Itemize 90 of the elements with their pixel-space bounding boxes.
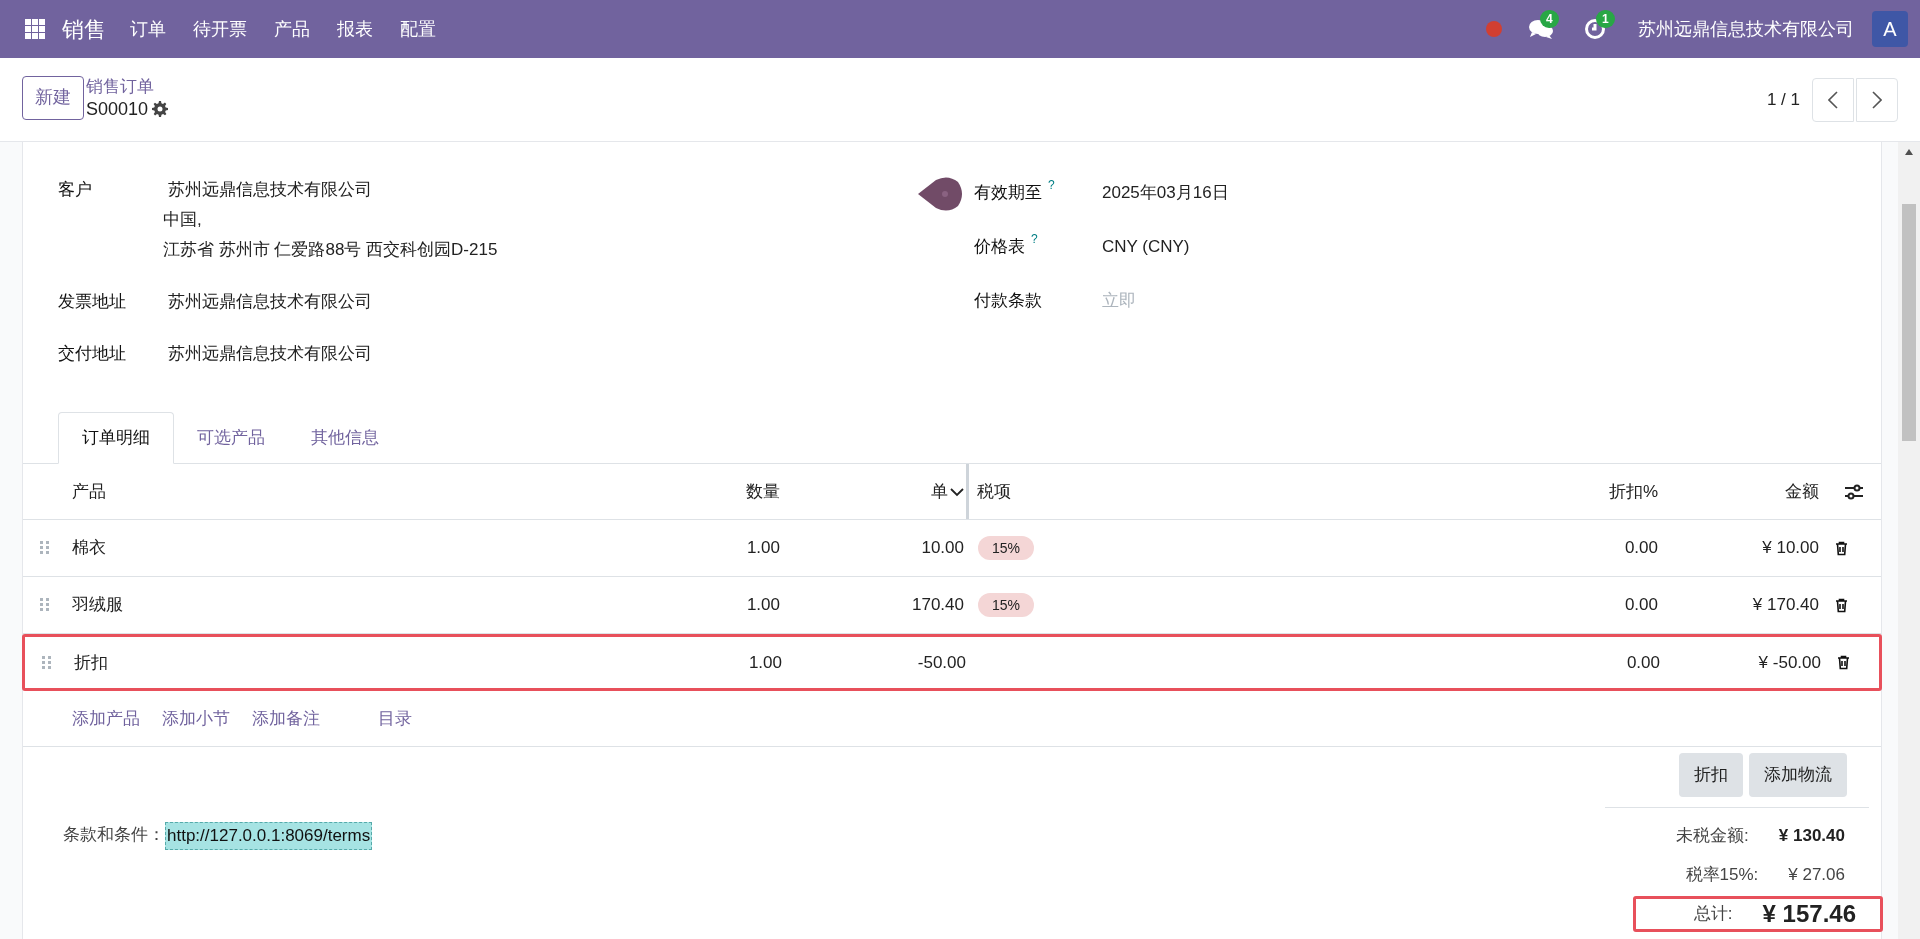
total-label: 总计: [1693, 903, 1733, 926]
chevron-down-icon [950, 486, 964, 497]
table-cell-text: ¥ -50.00 [1757, 651, 1822, 674]
field-label: 付款条款 [974, 290, 1042, 312]
table-cell-text: 羽绒服 [71, 594, 124, 617]
column-header[interactable]: 单 [786, 464, 969, 519]
table-cell-text: 1.00 [747, 651, 783, 674]
tax-tag: 15% [978, 536, 1035, 560]
apps-grid-icon[interactable] [25, 19, 45, 39]
chevron-left-icon [1828, 90, 1838, 109]
next-button[interactable] [1856, 77, 1898, 122]
address-line: 中国, [163, 209, 203, 231]
table-row[interactable]: 羽绒服 1.00 170.40 15% 0.00 ¥ 170.40 [23, 577, 1881, 634]
field-value[interactable]: 苏州远鼎信息技术有限公司 [168, 178, 498, 202]
action-button[interactable]: 添加物流 [1749, 753, 1847, 797]
total-value: ¥ 130.40 [1778, 824, 1845, 847]
table-row[interactable]: 棉衣 1.00 10.00 15% 0.00 ¥ 10.00 [23, 520, 1881, 577]
drag-handle-icon[interactable] [40, 598, 50, 612]
column-header[interactable]: 数量 [661, 478, 786, 505]
previous-button[interactable] [1812, 77, 1854, 122]
field-label: 有效期至 [974, 182, 1042, 204]
pager-value: 1 / 1 [1766, 88, 1800, 111]
table-cell-text: 棉衣 [71, 537, 107, 560]
table-cell-text: 1.00 [745, 537, 781, 560]
app-title[interactable]: 销售 [62, 12, 106, 46]
field-value[interactable]: 苏州远鼎信息技术有限公司 [168, 342, 372, 366]
scrollbar-thumb[interactable] [1902, 204, 1916, 441]
trash-icon[interactable] [1835, 597, 1848, 613]
table-cell-text: 0.00 [1623, 537, 1659, 560]
drag-handle-icon[interactable] [42, 655, 52, 670]
table-row[interactable]: 折扣 1.00 -50.00 0.00 ¥ -50.00 [22, 634, 1882, 691]
column-header[interactable]: 税项 [969, 478, 1401, 505]
tab[interactable]: 可选产品 [174, 412, 288, 464]
field-label: 客户 [58, 179, 93, 201]
field-value[interactable]: 苏州远鼎信息技术有限公司 [168, 290, 372, 314]
field-label: 发票地址 [58, 291, 127, 313]
menu-item[interactable]: 订单 [130, 15, 166, 43]
tab[interactable]: 其他信息 [288, 412, 402, 464]
help-tooltip[interactable]: ? [1031, 232, 1038, 246]
record-name: S00010 [86, 97, 149, 120]
activity-count-badge: 1 [1596, 10, 1615, 28]
terms-link[interactable]: http://127.0.0.1:8069/terms [165, 822, 373, 850]
total-value: ¥ 27.06 [1788, 863, 1845, 886]
total-label: 税率15%: [1685, 863, 1759, 886]
field-value[interactable]: 2025年03月16日 [1102, 178, 1229, 208]
tag-icon [918, 176, 964, 212]
message-count-badge: 4 [1540, 10, 1559, 28]
total-label: 未税金额: [1676, 824, 1749, 847]
menu-item[interactable]: 待开票 [193, 15, 247, 43]
tab[interactable]: 订单明细 [58, 412, 174, 464]
scrollbar[interactable] [1898, 142, 1920, 939]
company-name[interactable]: 苏州远鼎信息技术有限公司 [1638, 15, 1854, 43]
column-header[interactable]: 折扣% [1401, 478, 1664, 505]
add-line-link[interactable]: 目录 [378, 705, 412, 732]
table-cell-text: 0.00 [1623, 594, 1659, 617]
trash-icon[interactable] [1835, 540, 1848, 556]
add-line-link[interactable]: 添加小节 [162, 705, 230, 732]
terms-label: 条款和条件： [63, 824, 165, 846]
field-label: 交付地址 [58, 343, 127, 365]
action-button[interactable]: 折扣 [1679, 753, 1743, 797]
breadcrumb-link[interactable]: 销售订单 [86, 75, 169, 98]
tax-tag: 15% [978, 593, 1035, 617]
table-cell-text: 10.00 [920, 537, 965, 560]
total-value: ¥ 157.46 [1762, 899, 1856, 929]
new-button[interactable]: 新建 [22, 75, 84, 120]
settings-sliders-icon[interactable] [1844, 483, 1864, 500]
help-tooltip[interactable]: ? [1048, 178, 1055, 192]
table-cell-text: -50.00 [916, 651, 967, 674]
column-header[interactable]: 金额 [1664, 478, 1825, 505]
menu-item[interactable]: 配置 [400, 15, 436, 43]
table-cell-text: 1.00 [745, 594, 781, 617]
menu-item[interactable]: 报表 [337, 15, 373, 43]
user-avatar[interactable]: A [1872, 11, 1908, 47]
add-line-link[interactable]: 添加产品 [72, 705, 140, 732]
table-cell-text: 折扣 [73, 651, 109, 674]
table-cell-text: ¥ 170.40 [1751, 594, 1820, 617]
table-cell-text: 0.00 [1625, 651, 1661, 674]
add-line-link[interactable]: 添加备注 [252, 705, 320, 732]
drag-handle-icon[interactable] [40, 541, 50, 555]
field-label: 价格表 [974, 236, 1025, 258]
table-cell-text: 170.40 [911, 594, 965, 617]
address-line: 江苏省 苏州市 仁爱路88号 西交科创园D-215 [163, 239, 498, 261]
trash-icon[interactable] [1837, 655, 1850, 670]
menu-item[interactable]: 产品 [274, 15, 310, 43]
table-cell-text: ¥ 10.00 [1761, 537, 1820, 560]
column-header[interactable]: 产品 [67, 478, 661, 505]
scroll-up-icon[interactable] [1904, 148, 1914, 156]
gear-icon[interactable] [152, 100, 169, 117]
chevron-right-icon [1872, 90, 1882, 109]
field-value[interactable]: CNY (CNY) [1102, 232, 1190, 262]
